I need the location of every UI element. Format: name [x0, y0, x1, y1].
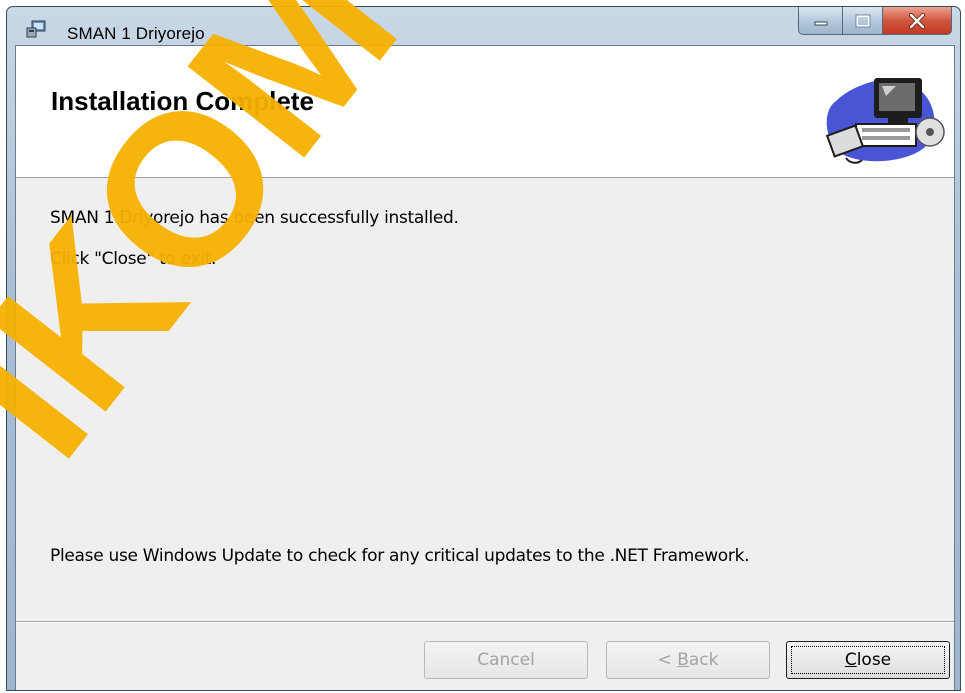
- close-button[interactable]: Close: [786, 641, 950, 679]
- success-message: SMAN 1 Driyorejo has been successfully i…: [50, 208, 459, 228]
- window-title: SMAN 1 Driyorejo: [67, 24, 205, 43]
- back-rest: ack: [688, 650, 719, 670]
- dotnet-update-note: Please use Windows Update to check for a…: [50, 546, 750, 566]
- title-bar[interactable]: SMAN 1 Driyorejo: [7, 7, 960, 45]
- close-icon: [909, 12, 925, 29]
- minimize-icon: [814, 21, 827, 25]
- dialog-client-area: Installation Complete SMAN 1 Driyorejo h…: [15, 45, 955, 690]
- back-button[interactable]: < Back: [606, 641, 770, 679]
- header-banner: Installation Complete: [16, 46, 954, 178]
- cancel-button-label: Cancel: [477, 650, 535, 670]
- back-mnemonic: B: [677, 650, 689, 670]
- exit-instruction: Click "Close" to exit.: [50, 249, 217, 269]
- installer-window: SMAN 1 Driyorejo Installation Complete S…: [6, 6, 961, 691]
- caption-buttons: [798, 7, 952, 37]
- back-prefix: <: [657, 650, 678, 670]
- installer-icon: [26, 20, 46, 38]
- close-window-button[interactable]: [882, 7, 952, 35]
- page-title: Installation Complete: [51, 86, 314, 116]
- footer-divider: [16, 621, 954, 623]
- minimize-button[interactable]: [798, 7, 842, 35]
- computer-cd-icon: [825, 78, 945, 164]
- cancel-button[interactable]: Cancel: [424, 641, 588, 679]
- back-button-label: < Back: [658, 650, 719, 670]
- maximize-button[interactable]: [842, 7, 882, 35]
- focus-rectangle: [791, 646, 945, 674]
- maximize-icon: [855, 14, 870, 27]
